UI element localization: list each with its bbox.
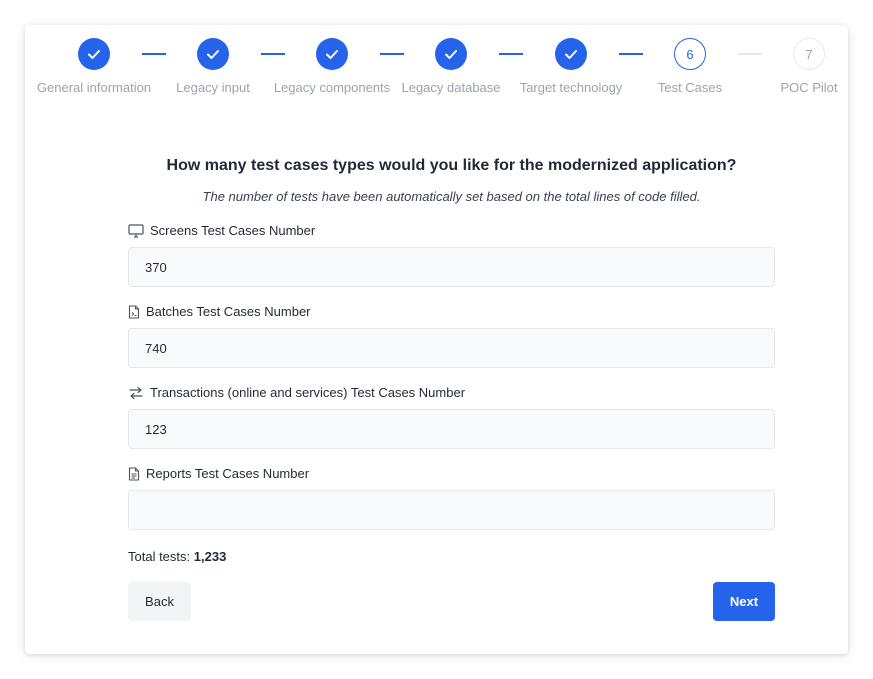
total-tests-label: Total tests:: [128, 549, 191, 564]
step-legacy-components[interactable]: Legacy components: [267, 38, 397, 95]
screens-field-label: Screens Test Cases Number: [128, 223, 315, 238]
report-file-icon: [128, 466, 140, 481]
step-label: Test Cases: [657, 80, 723, 95]
page-title: How many test cases types would you like…: [166, 157, 737, 174]
page-subtitle: The number of tests have been automatica…: [202, 189, 701, 204]
step-label: POC Pilot: [780, 80, 838, 95]
batches-test-cases-input[interactable]: [128, 328, 775, 368]
step-complete-circle: [78, 38, 110, 70]
step-label: Legacy database: [401, 80, 501, 95]
step-test-cases[interactable]: 6 Test Cases: [625, 38, 755, 95]
step-label: General information: [36, 80, 152, 95]
step-current-circle: 6: [674, 38, 706, 70]
batches-field-label: Batches Test Cases Number: [128, 304, 311, 319]
next-button[interactable]: Next: [713, 582, 775, 621]
field-label-text: Screens Test Cases Number: [150, 223, 316, 238]
step-label: Legacy components: [273, 80, 391, 95]
transactions-field-label: Transactions (online and services) Test …: [128, 385, 465, 400]
check-icon: [445, 50, 457, 59]
screens-test-cases-input[interactable]: [128, 247, 775, 287]
step-poc-pilot[interactable]: 7 POC Pilot: [744, 38, 873, 95]
batch-file-icon: [128, 304, 140, 319]
field-label-text: Reports Test Cases Number: [146, 466, 310, 481]
step-pending-circle: 7: [793, 38, 825, 70]
reports-test-cases-input[interactable]: [128, 490, 775, 530]
stepper: General information Legacy input Legacy …: [25, 25, 848, 125]
check-icon: [207, 50, 219, 59]
total-tests-value: 1,233: [193, 549, 227, 564]
field-label-text: Transactions (online and services) Test …: [150, 385, 466, 400]
back-button[interactable]: Back: [128, 582, 191, 621]
step-complete-circle: [555, 38, 587, 70]
monitor-icon: [128, 223, 144, 238]
field-label-text: Batches Test Cases Number: [146, 304, 311, 319]
step-complete-circle: [316, 38, 348, 70]
total-tests: Total tests: 1,233: [128, 549, 226, 564]
check-icon: [326, 50, 338, 59]
step-complete-circle: [435, 38, 467, 70]
step-label: Legacy input: [176, 80, 250, 95]
step-legacy-database[interactable]: Legacy database: [386, 38, 516, 95]
transactions-test-cases-input[interactable]: [128, 409, 775, 449]
step-label: Target technology: [519, 80, 623, 95]
step-general-information[interactable]: General information: [29, 38, 159, 95]
check-icon: [565, 50, 577, 59]
step-legacy-input[interactable]: Legacy input: [148, 38, 278, 95]
wizard-card: General information Legacy input Legacy …: [25, 25, 848, 654]
step-complete-circle: [197, 38, 229, 70]
check-icon: [88, 50, 100, 59]
step-target-technology[interactable]: Target technology: [506, 38, 636, 95]
arrows-exchange-icon: [129, 386, 143, 399]
reports-field-label: Reports Test Cases Number: [128, 466, 309, 481]
